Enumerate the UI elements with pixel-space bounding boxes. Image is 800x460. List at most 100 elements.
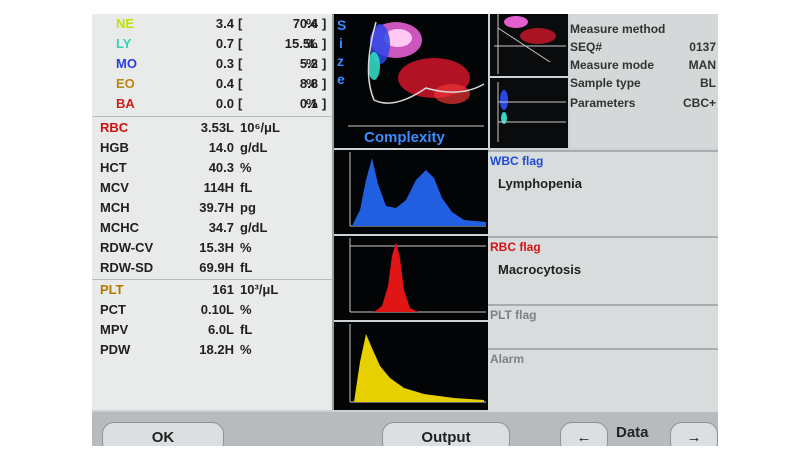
measure-mode-label: Measure mode	[570, 58, 655, 72]
bracket-close: ]	[322, 36, 327, 51]
param-unit: fL	[240, 260, 253, 275]
rbc-flag-message: Macrocytosis	[498, 262, 582, 277]
bracket-close: ]	[322, 76, 327, 91]
result-row-rdw-sd: RDW-SD 69.9H fL	[92, 258, 332, 278]
param-unit: fL	[240, 180, 253, 195]
result-row-rbc: RBC 3.53L 10⁶/μL	[92, 118, 332, 138]
param-name: MCH	[100, 200, 130, 215]
param-value: 0.4	[215, 76, 234, 91]
result-row-ly: LY 0.7 [ 15.5L % ]	[92, 34, 332, 54]
result-row-plt: PLT 161 10³/μL	[92, 280, 332, 300]
result-row-pct: PCT 0.10L %	[92, 300, 332, 320]
param-name: LY	[116, 36, 132, 51]
param-value: 69.9H	[199, 260, 234, 275]
small-scatter-top	[490, 14, 568, 76]
sample-type-value: BL	[700, 76, 716, 90]
bracket-open: [	[238, 36, 243, 51]
param-name: NE	[116, 16, 135, 31]
sample-info-panel: Measure method SEQ# 0137 Measure mode MA…	[570, 14, 718, 148]
bracket-close: ]	[322, 96, 327, 111]
param-value: 0.10L	[200, 302, 234, 317]
param-value: 161	[212, 282, 234, 297]
size-axis-letter: z	[337, 53, 344, 69]
result-row-mo: MO 0.3 [ 5.2 % ]	[92, 54, 332, 74]
param-name: MCV	[100, 180, 129, 195]
percent-unit: %	[306, 96, 318, 111]
size-axis-letter: S	[337, 17, 346, 33]
param-name: EO	[116, 76, 135, 91]
param-name: MPV	[100, 322, 129, 337]
param-name: MO	[116, 56, 137, 71]
percent-unit: %	[306, 56, 318, 71]
percent-unit: %	[306, 76, 318, 91]
result-row-mch: MCH 39.7H pg	[92, 198, 332, 218]
param-name: PDW	[100, 342, 131, 357]
param-value: 0.3	[215, 56, 234, 71]
plt-histogram-plot	[349, 324, 486, 403]
param-name: RDW-CV	[100, 240, 154, 255]
measure-method-label: Measure method	[570, 22, 666, 36]
param-value: 40.3	[208, 160, 234, 175]
param-unit: 10⁶/μL	[240, 120, 280, 135]
size-axis-letter: i	[339, 35, 343, 51]
ok-button[interactable]: OK	[102, 422, 224, 446]
param-name: PCT	[100, 302, 126, 317]
wbc-histogram	[334, 150, 488, 234]
wbc-flag-message: Lymphopenia	[498, 176, 583, 191]
param-unit: pg	[240, 200, 256, 215]
result-row-mcv: MCV 114H fL	[92, 178, 332, 198]
plt-flag-title: PLT flag	[490, 308, 537, 322]
next-arrow-button[interactable]: →	[670, 422, 718, 446]
param-name: RDW-SD	[100, 260, 154, 275]
parameters-value: CBC+	[682, 96, 716, 110]
bracket-open: [	[238, 76, 243, 91]
data-label: Data	[616, 424, 649, 441]
rbc-histogram	[334, 236, 488, 320]
plt-flag-panel: PLT flag	[488, 304, 718, 350]
param-name: RBC	[100, 120, 129, 135]
prev-arrow-button[interactable]: ←	[560, 422, 608, 446]
param-value: 3.4	[215, 16, 234, 31]
measure-mode-value: MAN	[688, 58, 716, 72]
bracket-open: [	[238, 96, 243, 111]
param-unit: g/dL	[240, 140, 268, 155]
bracket-close: ]	[322, 56, 327, 71]
complexity-axis-label: Complexity	[364, 129, 446, 146]
param-name: HGB	[100, 140, 129, 155]
rbc-flag-title: RBC flag	[490, 240, 541, 254]
sample-type-label: Sample type	[570, 76, 641, 90]
parameters-label: Parameters	[570, 96, 636, 110]
param-value: 6.0L	[207, 322, 234, 337]
param-value: 3.53L	[200, 120, 234, 135]
param-value: 0.0	[215, 96, 234, 111]
bracket-close: ]	[322, 16, 327, 31]
param-unit: %	[240, 342, 252, 357]
small-scatter-bottom-plot	[490, 78, 568, 148]
result-row-ba: BA 0.0 [ 0.1 % ]	[92, 94, 332, 114]
param-value: 15.3H	[199, 240, 234, 255]
result-row-eo: EO 0.4 [ 8.8 % ]	[92, 74, 332, 94]
small-scatter-top-plot	[490, 14, 568, 76]
wbc-histogram-plot	[349, 152, 486, 227]
param-unit: g/dL	[240, 220, 268, 235]
divider	[92, 116, 332, 117]
param-unit: 10³/μL	[240, 282, 279, 297]
result-row-ne: NE 3.4 [ 70.4 % ]	[92, 14, 332, 34]
result-row-pdw: PDW 18.2H %	[92, 340, 332, 360]
param-name: HCT	[100, 160, 127, 175]
param-value: 114H	[203, 180, 234, 195]
param-name: PLT	[100, 282, 124, 297]
param-name: BA	[116, 96, 135, 111]
plt-histogram	[334, 322, 488, 410]
param-value: 0.7	[215, 36, 234, 51]
param-unit: %	[240, 240, 252, 255]
wbc-scatter-plot: S i z e Complexity	[334, 14, 488, 148]
output-button[interactable]: Output	[382, 422, 510, 446]
param-unit: %	[240, 302, 252, 317]
analyzer-screen: NE 3.4 [ 70.4 % ] LY 0.7 [ 15.5L % ] MO …	[92, 14, 718, 446]
param-name: MCHC	[100, 220, 139, 235]
param-value: 39.7H	[199, 200, 234, 215]
bracket-open: [	[238, 56, 243, 71]
seq-label: SEQ#	[570, 40, 603, 54]
small-scatter-bottom	[490, 78, 568, 148]
